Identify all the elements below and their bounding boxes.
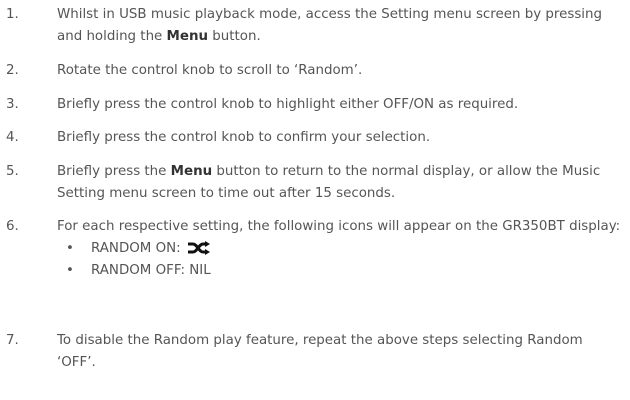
step-text: Briefly press the control knob to highli… <box>57 97 519 112</box>
step-text: Rotate the control knob to scroll to ‘Ra… <box>57 63 363 78</box>
icon-list: • RANDOM ON: • RANDOM OFF: NIL <box>57 238 622 282</box>
step-number: 2. <box>6 63 19 78</box>
instruction-document: 1. Whilst in USB music playback mode, ac… <box>0 0 630 400</box>
step-number: 6. <box>6 219 19 234</box>
menu-button-name: Menu <box>170 164 213 179</box>
step-text: Briefly press the Menu button to return … <box>57 164 601 201</box>
step-text: To disable the Random play feature, repe… <box>57 333 583 370</box>
list-item: • RANDOM OFF: NIL <box>66 263 211 278</box>
list-item: • RANDOM ON: <box>61 238 622 260</box>
step-number: 5. <box>6 164 19 179</box>
shuffle-icon <box>187 241 210 255</box>
step-number: 1. <box>6 7 19 22</box>
step-number: 3. <box>6 97 19 112</box>
step-text: For each respective setting, the followi… <box>57 216 622 282</box>
step-number: 7. <box>6 333 19 348</box>
step-number: 4. <box>6 130 19 145</box>
step-text: Briefly press the control knob to confir… <box>57 130 431 145</box>
menu-button-name: Menu <box>166 29 209 44</box>
step-text: Whilst in USB music playback mode, acces… <box>57 7 603 44</box>
